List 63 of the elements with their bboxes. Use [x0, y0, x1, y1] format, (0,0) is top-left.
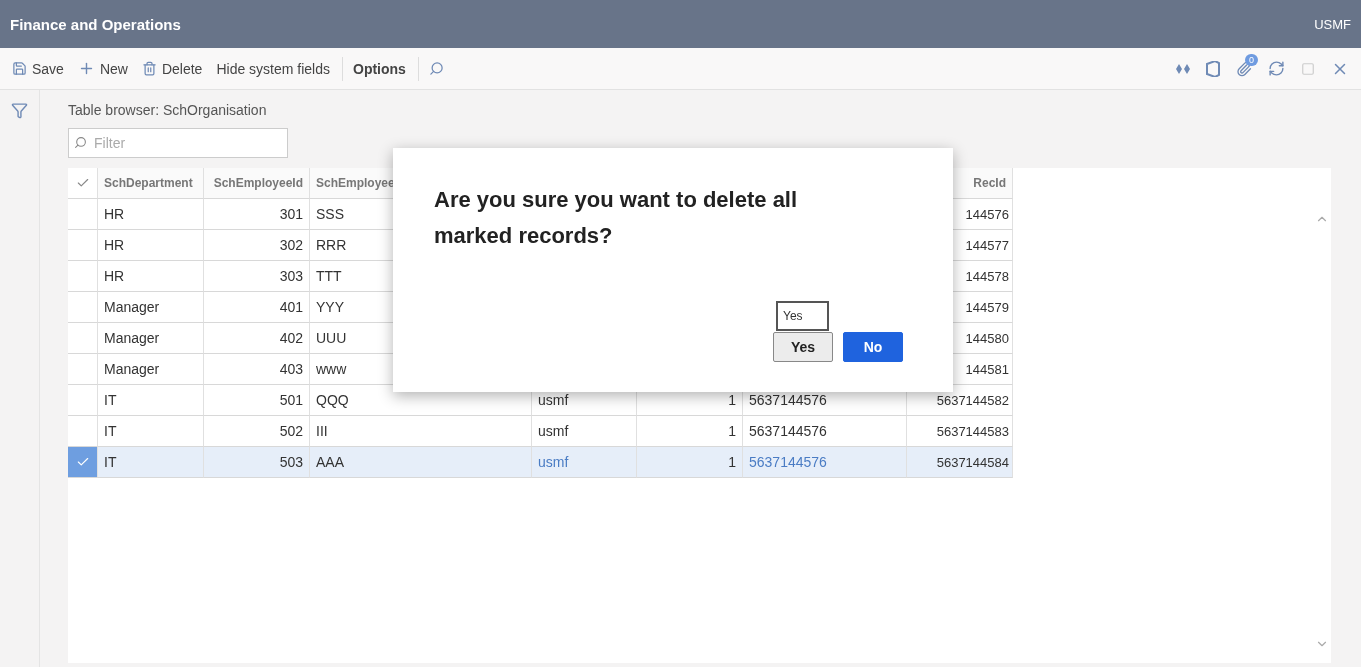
- row-checkbox[interactable]: [68, 292, 98, 323]
- check-icon: [75, 455, 90, 469]
- table-cell: 5637144576: [743, 447, 907, 478]
- filter-field[interactable]: Filter: [68, 128, 288, 158]
- table-cell: HR: [98, 199, 204, 230]
- table-cell: 5637144576: [743, 416, 907, 447]
- table-cell: 502: [204, 416, 310, 447]
- table-cell: 401: [204, 292, 310, 323]
- primary-button[interactable]: No: [843, 332, 903, 362]
- row-checkbox[interactable]: [68, 447, 98, 478]
- options-button[interactable]: Options: [347, 56, 412, 81]
- check-icon: [75, 176, 90, 190]
- column-header[interactable]: SchEmployeeId: [204, 168, 310, 199]
- table-cell: 5637144584: [907, 447, 1013, 478]
- diamond-icon[interactable]: [1176, 62, 1190, 75]
- table-cell: IT: [98, 416, 204, 447]
- row-checkbox[interactable]: [68, 199, 98, 230]
- table-cell: Manager: [98, 292, 204, 323]
- table-cell: usmf: [532, 416, 637, 447]
- table-cell: 5637144583: [907, 416, 1013, 447]
- delete-button[interactable]: Delete: [135, 56, 209, 81]
- row-checkbox[interactable]: [68, 416, 98, 447]
- table-cell: 1: [637, 416, 743, 447]
- table-cell: 503: [204, 447, 310, 478]
- table-cell: 402: [204, 323, 310, 354]
- company-label[interactable]: USMF: [1314, 16, 1351, 32]
- table-cell: III: [310, 416, 532, 447]
- table-cell: IT: [98, 385, 204, 416]
- table-cell: usmf: [532, 447, 637, 478]
- table-cell: 302: [204, 230, 310, 261]
- select-all-checkbox[interactable]: [68, 168, 98, 199]
- refresh-icon[interactable]: [1268, 60, 1285, 77]
- tooltip: Yes: [776, 301, 829, 331]
- hide-fields-button[interactable]: Hide system fields: [210, 56, 336, 81]
- table-cell: 403: [204, 354, 310, 385]
- trash-icon: [141, 61, 157, 76]
- table-cell: Manager: [98, 323, 204, 354]
- row-checkbox[interactable]: [68, 230, 98, 261]
- app-title: Finance and Operations: [10, 15, 181, 33]
- page-caption: Table browser: SchOrganisation: [68, 102, 268, 118]
- search-icon: [74, 136, 87, 149]
- secondary-button[interactable]: Yes: [773, 332, 833, 362]
- row-checkbox[interactable]: [68, 261, 98, 292]
- attachment-badge: 0: [1245, 53, 1258, 66]
- maximize-icon[interactable]: [1301, 61, 1315, 76]
- save-icon: [12, 61, 27, 76]
- table-cell: AAA: [310, 447, 532, 478]
- table-cell: 501: [204, 385, 310, 416]
- row-checkbox[interactable]: [68, 385, 98, 416]
- table-cell: HR: [98, 230, 204, 261]
- row-checkbox[interactable]: [68, 354, 98, 385]
- column-header[interactable]: SchDepartment: [98, 168, 204, 199]
- table-cell: 1: [637, 447, 743, 478]
- search-icon: [428, 61, 444, 76]
- table-cell: 303: [204, 261, 310, 292]
- filter-icon[interactable]: [11, 102, 28, 119]
- table-cell: 301: [204, 199, 310, 230]
- new-button[interactable]: New: [71, 56, 134, 81]
- table-cell: Manager: [98, 354, 204, 385]
- table-cell: IT: [98, 447, 204, 478]
- row-checkbox[interactable]: [68, 323, 98, 354]
- save-button[interactable]: Save: [6, 56, 70, 81]
- table-cell: HR: [98, 261, 204, 292]
